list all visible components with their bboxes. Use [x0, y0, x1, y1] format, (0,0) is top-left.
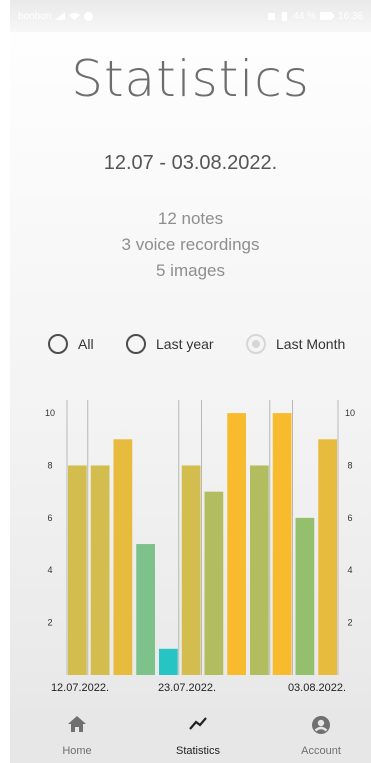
- account-icon: [271, 706, 371, 741]
- bar: [136, 544, 155, 675]
- nav-account-label: Account: [301, 745, 341, 757]
- statistics-screen: bonbon 44 % 16:36 Statistics 12.07 - 03.…: [10, 0, 371, 763]
- filter-all-label: All: [78, 336, 94, 352]
- nav-statistics-label: Statistics: [175, 745, 220, 757]
- bar: [295, 517, 315, 675]
- battery-icon: [319, 12, 334, 20]
- summary: 12 notes 3 voice recordings 5 images: [10, 206, 371, 284]
- y-tick-label-left: 6: [47, 513, 52, 523]
- period-filter: All Last year Last Month: [10, 334, 371, 358]
- bar: [159, 648, 178, 675]
- nav-account[interactable]: Account: [271, 706, 371, 763]
- radio-icon: [126, 334, 146, 354]
- images-count: 5 images: [156, 261, 225, 280]
- y-tick-label-right: 2: [347, 618, 352, 628]
- bar: [227, 413, 246, 675]
- filter-last-year-label: Last year: [156, 336, 214, 352]
- notes-bar-chart: 2 2 4 4 6 6 8 8 10 10 12.07.2022. 23.07.2022. 03.08.…: [45, 400, 355, 694]
- bar: [90, 465, 110, 675]
- mute-icon: [268, 12, 276, 20]
- y-tick-label-left: 2: [47, 618, 52, 628]
- carrier-label: bonbon: [18, 10, 52, 22]
- filter-all[interactable]: All: [48, 334, 94, 354]
- x-axis-label: 12.07.2022.: [51, 682, 109, 694]
- date-range: 12.07 - 03.08.2022.: [103, 152, 278, 174]
- x-axis-label: 03.08.2022.: [288, 682, 346, 694]
- page-title: Statistics: [71, 50, 310, 108]
- filter-last-month[interactable]: Last Month: [246, 334, 345, 354]
- y-tick-label-left: 10: [45, 408, 55, 418]
- y-tick-label-left: 8: [47, 460, 52, 470]
- x-axis-label: 23.07.2022.: [158, 682, 216, 694]
- notes-count: 12 notes: [157, 209, 224, 228]
- y-tick-label-right: 10: [345, 408, 355, 418]
- radio-icon: [48, 334, 68, 354]
- bar: [250, 465, 269, 675]
- bar: [113, 439, 133, 675]
- vibrate-icon: [282, 11, 288, 21]
- nav-home[interactable]: Home: [27, 706, 127, 763]
- battery-percent: 44 %: [293, 10, 316, 22]
- radio-selected-icon: [246, 334, 266, 354]
- bar: [318, 439, 337, 675]
- wifi-icon: [69, 12, 81, 20]
- voice-recordings-count: 3 voice recordings: [121, 235, 260, 254]
- app-notification-icon: [84, 11, 94, 21]
- status-bar: bonbon 44 % 16:36: [10, 0, 371, 32]
- clock: 16:36: [337, 10, 363, 22]
- nav-statistics[interactable]: Statistics: [148, 706, 248, 763]
- y-tick-label-right: 8: [347, 460, 352, 470]
- y-tick-label-right: 6: [347, 513, 352, 523]
- filter-last-month-label: Last Month: [276, 336, 346, 352]
- y-tick-label-right: 4: [347, 565, 352, 575]
- trend-icon: [148, 706, 248, 741]
- home-icon: [27, 706, 127, 741]
- filter-last-year[interactable]: Last year: [126, 334, 214, 354]
- bottom-navigation: Home Statistics Account: [10, 706, 371, 763]
- bar: [272, 413, 292, 675]
- bar: [204, 491, 224, 675]
- nav-home-label: Home: [62, 745, 92, 757]
- signal-icon: [55, 12, 66, 20]
- y-tick-label-left: 4: [47, 565, 52, 575]
- bar: [181, 465, 201, 675]
- bar: [68, 465, 87, 675]
